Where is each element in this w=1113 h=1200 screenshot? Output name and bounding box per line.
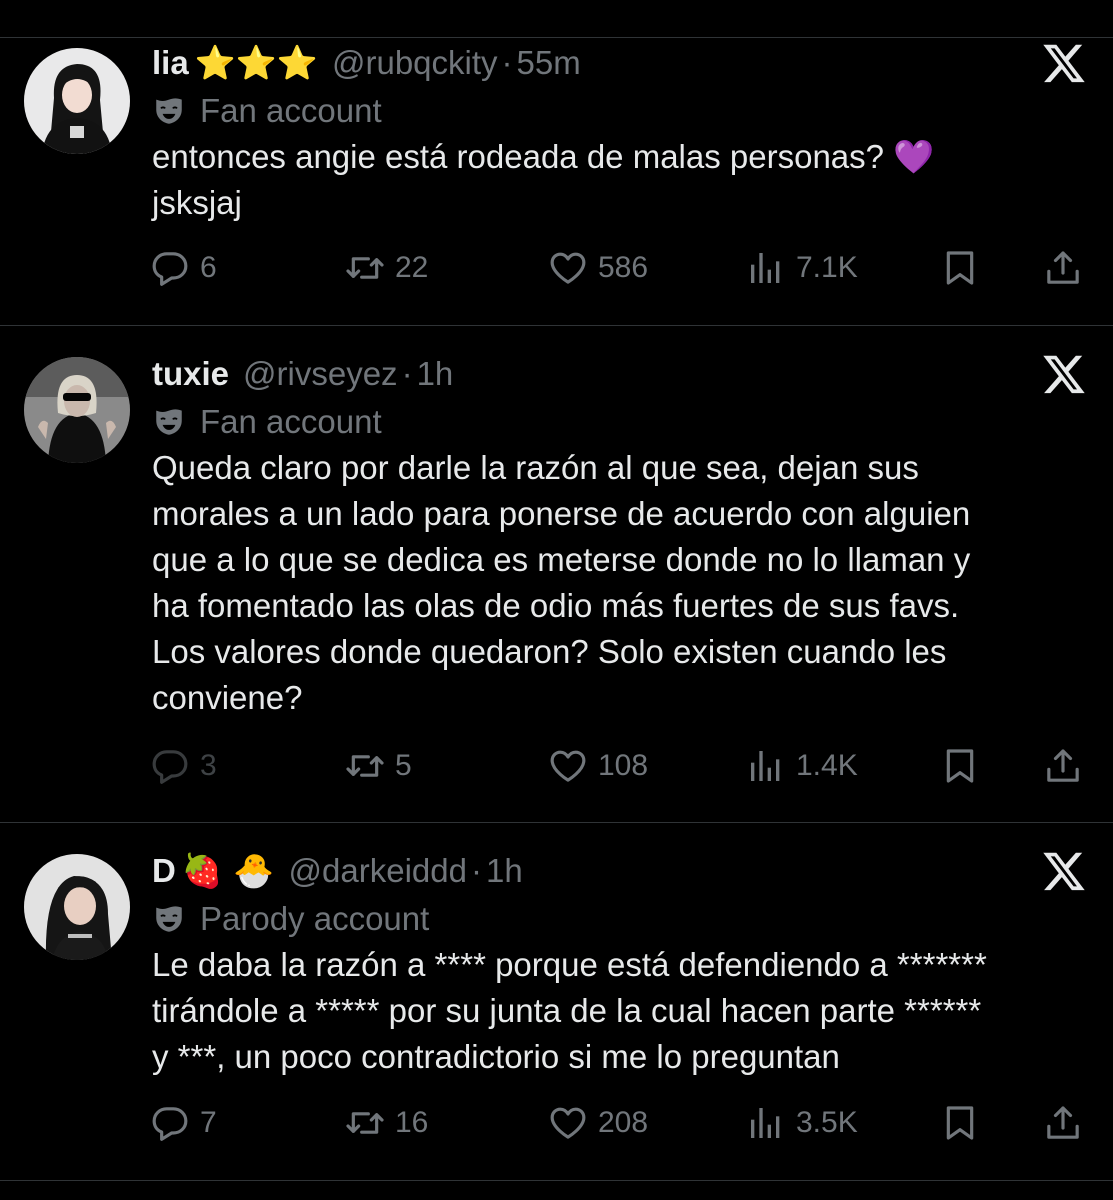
tweet-text-line: tirándole a ***** por su junta de la cua…: [152, 992, 982, 1029]
separator-dot: ·: [401, 355, 413, 392]
reply-count: 7: [200, 1106, 217, 1139]
account-label-text: Fan account: [200, 403, 382, 440]
views-count: 1.4K: [796, 749, 858, 782]
like-button[interactable]: 108: [548, 741, 648, 791]
display-name[interactable]: D: [152, 852, 176, 890]
like-button[interactable]: 208: [548, 1098, 648, 1148]
divider: [0, 325, 1113, 326]
tweet-text-line: jsksjaj: [152, 184, 242, 221]
views-button[interactable]: 7.1K: [746, 243, 858, 293]
views-button[interactable]: 3.5K: [746, 1098, 858, 1148]
divider: [0, 822, 1113, 823]
account-label-text: Parody account: [200, 900, 430, 937]
reply-button[interactable]: 3: [150, 741, 217, 791]
tweet-actions: 6 22 586 7.1K: [150, 243, 1090, 293]
tweet-text: Le daba la razón a **** porque está defe…: [152, 942, 1082, 1080]
repost-icon: [345, 248, 385, 288]
reply-button[interactable]: 6: [150, 243, 217, 293]
repost-icon: [345, 746, 385, 786]
tweet-text-line: que a lo que se dedica es meterse donde …: [152, 541, 971, 578]
like-count: 108: [598, 749, 649, 782]
account-label: Fan account: [152, 399, 382, 445]
repost-count: 16: [395, 1106, 429, 1139]
tweet-text: Queda claro por darle la razón al que se…: [152, 445, 1082, 721]
repost-count: 5: [395, 749, 412, 782]
user-handle[interactable]: @rubqckity: [332, 44, 498, 82]
repost-icon: [345, 1103, 385, 1143]
bookmark-icon[interactable]: [940, 746, 980, 786]
tweet[interactable]: D 🍓 🐣 @darkeiddd · 1h Parody account Le …: [0, 846, 1113, 1176]
views-icon: [746, 248, 786, 288]
like-count: 208: [598, 1106, 649, 1139]
account-label: Fan account: [152, 88, 382, 134]
display-name[interactable]: tuxie: [152, 355, 229, 393]
tweet-text-line: entonces angie está rodeada de malas per…: [152, 138, 935, 175]
views-icon: [746, 746, 786, 786]
tweet-text-line: Le daba la razón a **** porque está defe…: [152, 946, 987, 983]
reply-button[interactable]: 7: [150, 1098, 217, 1148]
like-count: 586: [598, 251, 649, 284]
x-logo-icon[interactable]: [1041, 40, 1087, 86]
display-name[interactable]: lia: [152, 44, 189, 82]
divider: [0, 1180, 1113, 1181]
heart-icon: [548, 1103, 588, 1143]
share-icon[interactable]: [1043, 248, 1083, 288]
tweet-text-line: morales a un lado para ponerse de acuerd…: [152, 495, 971, 532]
name-emoji: 🍓 🐣: [181, 851, 275, 890]
x-logo-icon[interactable]: [1041, 351, 1087, 397]
views-icon: [746, 1103, 786, 1143]
timestamp[interactable]: 1h: [417, 355, 454, 393]
heart-icon: [548, 248, 588, 288]
tweet-actions: 3 5 108 1.4K: [150, 741, 1090, 791]
tweet-text: entonces angie está rodeada de malas per…: [152, 134, 1082, 226]
reply-icon: [150, 1103, 190, 1143]
account-label: Parody account: [152, 896, 429, 942]
tweet-text-line: Queda claro por darle la razón al que se…: [152, 449, 919, 486]
views-button[interactable]: 1.4K: [746, 741, 858, 791]
tweet-text-line: conviene?: [152, 679, 303, 716]
mask-icon: [152, 94, 186, 128]
timestamp[interactable]: 55m: [517, 44, 581, 82]
views-count: 3.5K: [796, 1106, 858, 1139]
bookmark-icon[interactable]: [940, 1103, 980, 1143]
avatar[interactable]: [24, 48, 130, 154]
reply-count: 3: [200, 749, 217, 782]
user-handle[interactable]: @darkeiddd: [289, 852, 467, 890]
tweet-text-line: ha fomentado las olas de odio más fuerte…: [152, 587, 960, 624]
timestamp[interactable]: 1h: [486, 852, 523, 890]
views-count: 7.1K: [796, 251, 858, 284]
avatar[interactable]: [24, 854, 130, 960]
like-button[interactable]: 586: [548, 243, 648, 293]
tweet[interactable]: lia ⭐⭐⭐ @rubqckity · 55m Fan account ent…: [0, 38, 1113, 325]
user-handle[interactable]: @rivseyez: [243, 355, 398, 393]
avatar[interactable]: [24, 357, 130, 463]
share-icon[interactable]: [1043, 746, 1083, 786]
reply-icon: [150, 746, 190, 786]
repost-count: 22: [395, 251, 429, 284]
name-emoji: ⭐⭐⭐: [194, 43, 318, 82]
mask-icon: [152, 405, 186, 439]
reply-count: 6: [200, 251, 217, 284]
separator-dot: ·: [470, 852, 482, 889]
tweet[interactable]: tuxie @rivseyez · 1h Fan account Queda c…: [0, 349, 1113, 822]
share-icon[interactable]: [1043, 1103, 1083, 1143]
account-label-text: Fan account: [200, 92, 382, 129]
tweet-actions: 7 16 208 3.5K: [150, 1098, 1090, 1148]
repost-button[interactable]: 5: [345, 741, 412, 791]
separator-dot: ·: [501, 44, 513, 81]
repost-button[interactable]: 22: [345, 243, 428, 293]
repost-button[interactable]: 16: [345, 1098, 428, 1148]
bookmark-icon[interactable]: [940, 248, 980, 288]
x-logo-icon[interactable]: [1041, 848, 1087, 894]
tweet-text-line: Los valores donde quedaron? Solo existen…: [152, 633, 947, 670]
tweet-text-line: y ***, un poco contradictorio si me lo p…: [152, 1038, 840, 1075]
heart-icon: [548, 746, 588, 786]
reply-icon: [150, 248, 190, 288]
mask-icon: [152, 902, 186, 936]
